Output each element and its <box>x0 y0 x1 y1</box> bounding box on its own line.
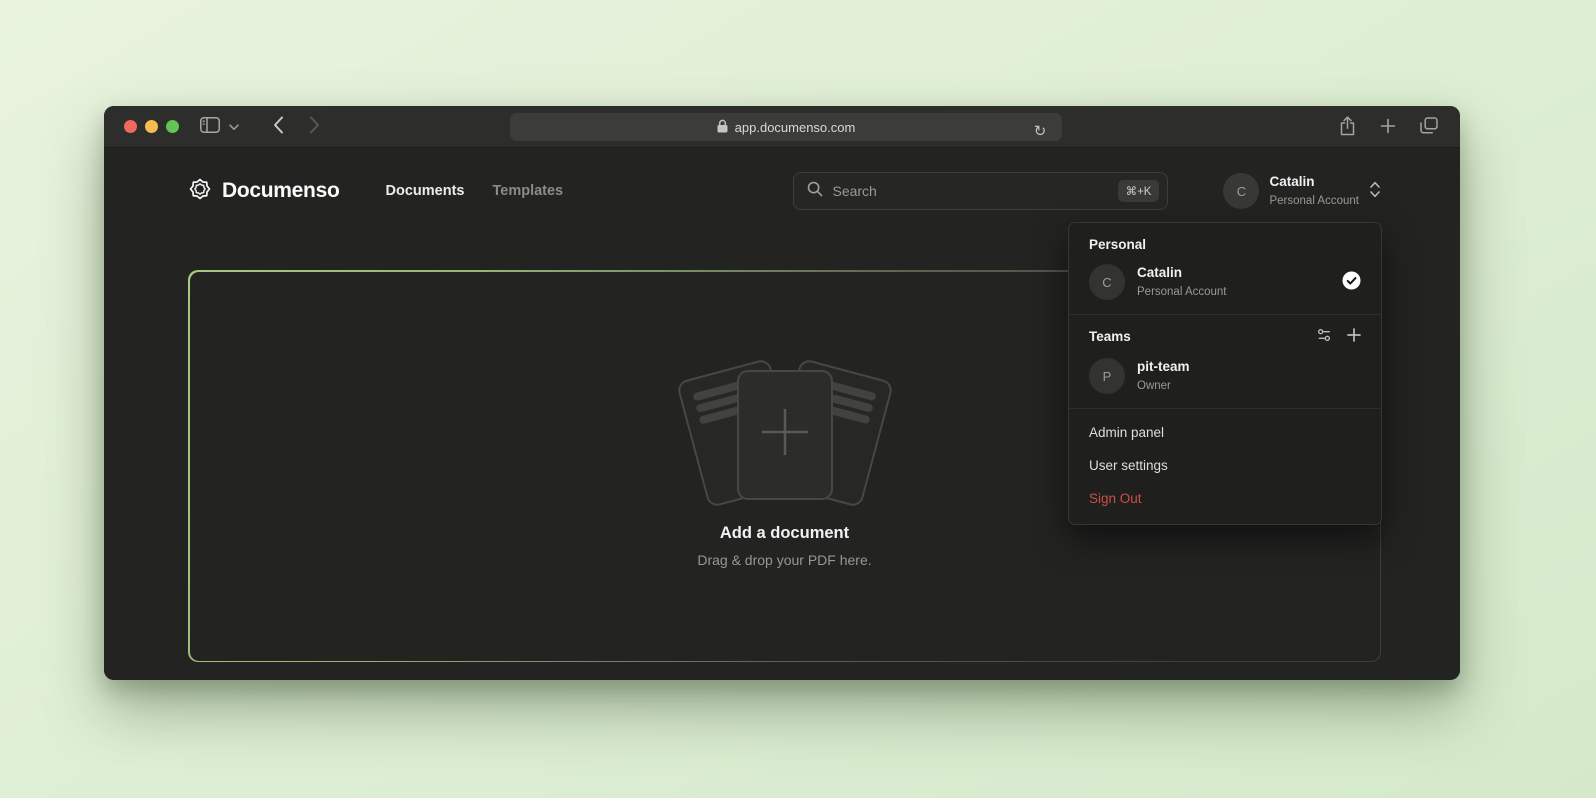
sliders-icon <box>1316 327 1332 346</box>
account-name: Catalin <box>1269 174 1314 189</box>
personal-account-text: Catalin Personal Account <box>1137 264 1330 299</box>
minimize-window-button[interactable] <box>145 120 158 133</box>
chevron-down-icon <box>229 119 239 134</box>
browser-titlebar: app.documenso.com ↻ <box>104 106 1460 148</box>
refresh-button[interactable]: ↻ <box>1027 118 1053 146</box>
sidebar-toggle-button[interactable] <box>197 113 223 141</box>
menu-actions: Admin panel User settings Sign Out <box>1069 409 1381 524</box>
admin-panel-item[interactable]: Admin panel <box>1069 416 1381 449</box>
team-text: pit-team Owner <box>1137 358 1361 393</box>
search-box[interactable]: ⌘+K <box>793 172 1168 210</box>
chevrons-up-down-icon <box>1369 181 1381 201</box>
dropzone-subtitle: Drag & drop your PDF here. <box>190 552 1380 568</box>
back-button[interactable] <box>265 113 291 141</box>
address-bar[interactable]: app.documenso.com ↻ <box>510 113 1062 141</box>
teams-section-label: Teams <box>1089 329 1316 344</box>
personal-account-type: Personal Account <box>1137 286 1227 298</box>
tabs-icon <box>1420 117 1438 137</box>
refresh-icon: ↻ <box>1034 123 1047 141</box>
brand-link[interactable]: Documenso <box>188 177 340 206</box>
search-icon <box>807 181 823 202</box>
plus-icon <box>1380 118 1396 137</box>
zoom-window-button[interactable] <box>166 120 179 133</box>
traffic-lights <box>124 120 179 133</box>
close-window-button[interactable] <box>124 120 137 133</box>
user-settings-item[interactable]: User settings <box>1069 449 1381 482</box>
sidebar-icon <box>200 117 220 136</box>
account-dropdown-menu: Personal C Catalin Personal Account Team… <box>1068 222 1382 525</box>
manage-teams-button[interactable] <box>1316 327 1332 346</box>
main-nav: Documents Templates <box>386 183 564 199</box>
personal-account-item[interactable]: C Catalin Personal Account <box>1069 260 1381 314</box>
titlebar-right-actions <box>1334 106 1442 148</box>
tab-overview-button[interactable] <box>1416 113 1442 141</box>
share-button[interactable] <box>1334 113 1360 141</box>
nav-documents[interactable]: Documents <box>386 183 465 199</box>
dropzone-title: Add a document <box>190 524 1380 543</box>
avatar: C <box>1089 264 1125 300</box>
teams-section-header: Teams <box>1069 315 1381 354</box>
personal-section-label: Personal <box>1069 223 1381 260</box>
plus-icon <box>761 408 809 461</box>
brand-name: Documenso <box>222 179 340 203</box>
team-role: Owner <box>1137 380 1171 392</box>
plus-icon <box>1347 328 1361 345</box>
check-circle-icon <box>1342 271 1361 293</box>
account-type: Personal Account <box>1269 195 1359 207</box>
document-card-center <box>737 370 833 500</box>
chevron-right-icon <box>309 116 320 137</box>
share-icon <box>1339 116 1356 139</box>
personal-account-name: Catalin <box>1137 265 1182 280</box>
chevron-left-icon <box>273 116 284 137</box>
documenso-logo-icon <box>188 177 212 206</box>
new-tab-button[interactable] <box>1375 113 1401 141</box>
document-cards-illustration <box>655 354 915 504</box>
add-team-button[interactable] <box>1347 328 1361 345</box>
app-content: Documenso Documents Templates ⌘+K C <box>104 148 1460 679</box>
avatar: C <box>1223 173 1259 209</box>
nav-templates[interactable]: Templates <box>492 183 563 199</box>
team-item-pit-team[interactable]: P pit-team Owner <box>1069 354 1381 408</box>
tab-group-menu-button[interactable] <box>225 113 243 141</box>
forward-button[interactable] <box>301 113 327 141</box>
browser-window: app.documenso.com ↻ <box>104 106 1460 680</box>
team-name: pit-team <box>1137 359 1190 374</box>
account-menu-button[interactable]: C Catalin Personal Account <box>1223 173 1381 209</box>
account-text: Catalin Personal Account <box>1269 173 1359 208</box>
search-shortcut-badge: ⌘+K <box>1118 180 1160 202</box>
url-text: app.documenso.com <box>735 120 856 135</box>
lock-icon <box>717 119 728 136</box>
avatar: P <box>1089 358 1125 394</box>
sign-out-item[interactable]: Sign Out <box>1069 482 1381 515</box>
search-input[interactable] <box>832 183 1108 199</box>
